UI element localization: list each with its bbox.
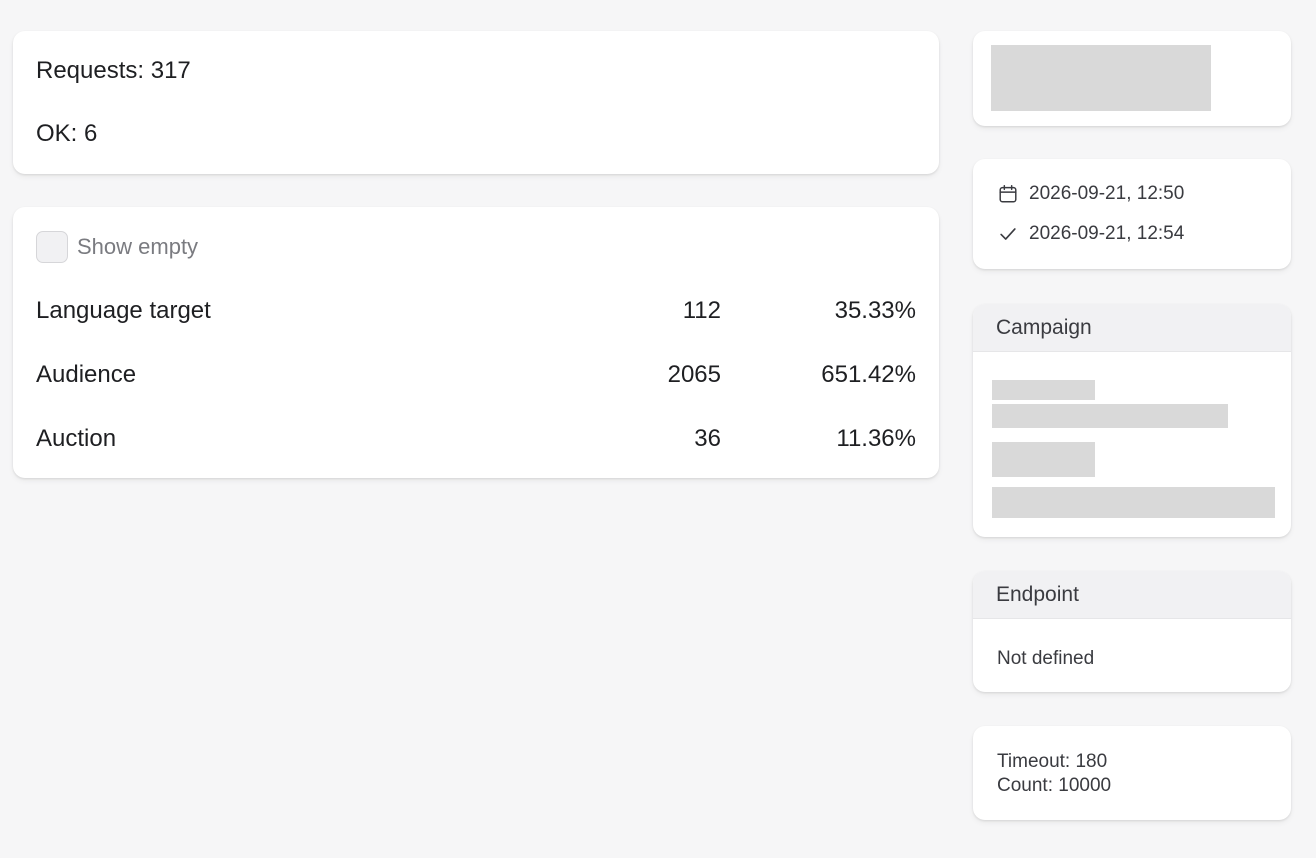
- dates-card: 2026-09-21, 12:50 2026-09-21, 12:54: [973, 159, 1291, 269]
- endpoint-card: Endpoint Not defined: [973, 571, 1291, 692]
- campaign-header: Campaign: [973, 304, 1291, 352]
- campaign-skeleton-line: [992, 442, 1095, 477]
- campaign-skeleton-line: [992, 487, 1275, 518]
- created-date: 2026-09-21, 12:50: [1029, 183, 1185, 204]
- page: Requests: 317 OK: 6 Show empty Language …: [0, 0, 1316, 858]
- stat-percent: 651.42%: [821, 361, 916, 388]
- endpoint-header: Endpoint: [973, 571, 1291, 619]
- logo-card: [973, 31, 1291, 126]
- stat-count: 2065: [667, 361, 721, 388]
- checkmark-icon: [1000, 228, 1016, 240]
- campaign-skeleton-line: [992, 380, 1095, 400]
- stat-count: 112: [682, 297, 721, 324]
- count-value: Count: 10000: [997, 775, 1112, 796]
- calendar-icon: [999, 185, 1017, 203]
- endpoint-value: Not defined: [997, 648, 1095, 669]
- show-empty-checkbox[interactable]: [36, 231, 68, 263]
- ok-total: OK: 6: [36, 120, 98, 147]
- show-empty-toggle[interactable]: Show empty: [36, 231, 198, 263]
- timeout-value: Timeout: 180: [997, 751, 1108, 772]
- campaign-skeleton-line: [992, 404, 1228, 428]
- stat-percent: 35.33%: [834, 297, 916, 324]
- stat-row-language-target: Language target 112 35.33%: [36, 295, 916, 327]
- stat-count: 36: [694, 425, 721, 452]
- stat-percent: 11.36%: [836, 425, 916, 452]
- stat-name: Audience: [36, 361, 137, 388]
- completed-date-row: 2026-09-21, 12:54: [997, 223, 1184, 245]
- completed-date: 2026-09-21, 12:54: [1029, 223, 1185, 244]
- logo-placeholder: [991, 45, 1211, 111]
- requests-total: Requests: 317: [36, 57, 191, 84]
- settings-card: Timeout: 180 Count: 10000: [973, 726, 1291, 820]
- show-empty-label: Show empty: [77, 234, 199, 259]
- stat-row-audience: Audience 2065 651.42%: [36, 359, 916, 391]
- stats-card: Show empty Language target 112 35.33% Au…: [13, 207, 939, 478]
- campaign-card: Campaign: [973, 304, 1291, 537]
- stat-row-auction: Auction 36 11.36%: [36, 423, 916, 455]
- stat-name: Language target: [36, 297, 211, 324]
- summary-card: Requests: 317 OK: 6: [13, 31, 939, 174]
- created-date-row: 2026-09-21, 12:50: [997, 183, 1184, 205]
- stat-name: Auction: [36, 425, 117, 452]
